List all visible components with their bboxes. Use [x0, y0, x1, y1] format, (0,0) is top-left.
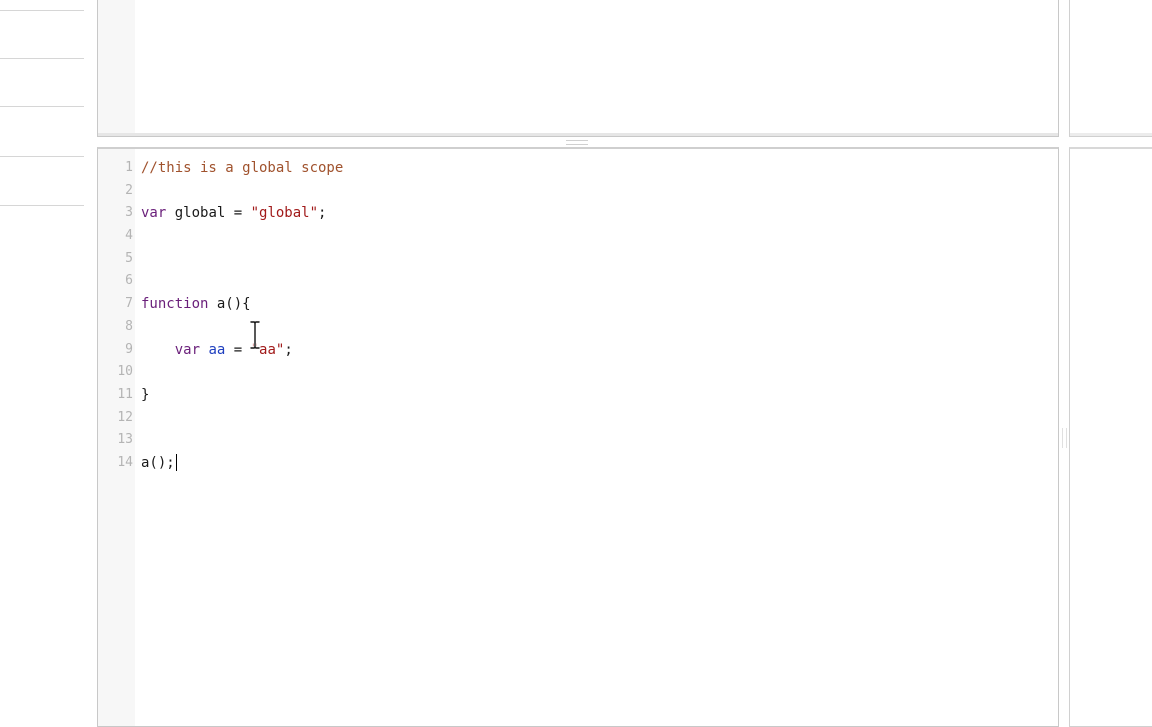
line-number: 13	[117, 432, 133, 448]
line-content[interactable]: }	[141, 384, 149, 407]
sidebar-divider	[0, 205, 84, 206]
right-top-pane[interactable]	[1069, 0, 1152, 137]
code-line[interactable]: 12	[98, 407, 1058, 430]
code-area[interactable]: 1 //this is a global scope 2 3 var global = …	[98, 157, 1058, 475]
text-cursor	[175, 454, 177, 472]
code-line[interactable]: 14 a();	[98, 452, 1058, 475]
line-number: 14	[117, 454, 133, 470]
horizontal-resize-handle[interactable]	[566, 140, 588, 145]
line-number: 3	[125, 205, 133, 221]
code-line[interactable]: 10	[98, 361, 1058, 384]
line-content[interactable]: a();	[141, 452, 177, 475]
ibeam-cursor-icon	[249, 321, 261, 349]
top-pane-gutter	[98, 0, 135, 136]
code-line[interactable]: 3 var global = "global";	[98, 202, 1058, 225]
code-token-plain: =	[225, 341, 251, 358]
line-number: 8	[125, 318, 133, 334]
line-number: 9	[125, 341, 133, 357]
line-number: 4	[125, 228, 133, 244]
line-number: 2	[125, 182, 133, 198]
code-token-plain: ;	[284, 341, 293, 358]
code-token-keyword: function	[141, 296, 209, 313]
code-editor-pane[interactable]: 1 //this is a global scope 2 3 var global = …	[97, 147, 1059, 727]
code-line[interactable]: 2	[98, 180, 1058, 203]
code-token-plain: a();	[141, 454, 175, 471]
code-token-keyword: var	[141, 205, 167, 222]
code-line[interactable]: 8	[98, 316, 1058, 339]
right-bottom-pane[interactable]	[1069, 147, 1152, 727]
line-content[interactable]: //this is a global scope	[141, 157, 343, 180]
line-content[interactable]: var aa = "aa";	[141, 339, 293, 362]
code-line[interactable]: 7 function a(){	[98, 293, 1058, 316]
line-number: 6	[125, 273, 133, 289]
line-number: 10	[117, 364, 133, 380]
sidebar-divider	[0, 58, 84, 59]
right-top-pane-bottom-bar	[1070, 133, 1152, 136]
code-line[interactable]: 5	[98, 248, 1058, 271]
code-token-plain: global =	[166, 205, 251, 222]
code-line[interactable]: 4	[98, 225, 1058, 248]
line-number: 1	[125, 160, 133, 175]
code-line[interactable]: 11}	[98, 384, 1058, 407]
code-line[interactable]: 13	[98, 429, 1058, 452]
code-token-def: aa	[208, 341, 226, 358]
line-number: 12	[117, 409, 133, 425]
line-number: 7	[125, 296, 133, 312]
code-token-string: "global"	[250, 205, 319, 222]
left-sidebar	[0, 0, 84, 720]
line-content[interactable]: var global = "global";	[141, 202, 326, 225]
code-line[interactable]: 9 var aa = "aa";	[98, 339, 1058, 362]
code-token-comment: //this is a global scope	[141, 160, 344, 176]
sidebar-divider	[0, 156, 84, 157]
code-token-keyword: var	[174, 341, 201, 358]
line-number: 5	[125, 250, 133, 266]
code-token-plain: a(){	[208, 296, 251, 313]
code-line[interactable]: 1 //this is a global scope	[98, 157, 1058, 180]
vertical-resize-handle[interactable]	[1062, 428, 1067, 448]
sidebar-divider	[0, 10, 84, 11]
sidebar-divider	[0, 106, 84, 107]
code-token-plain: ;	[318, 205, 327, 222]
line-number: 11	[117, 386, 133, 402]
code-token-plain: }	[141, 386, 150, 403]
code-line[interactable]: 6	[98, 270, 1058, 293]
top-pane-bottom-bar	[98, 133, 1058, 136]
top-editor-pane[interactable]	[97, 0, 1059, 137]
line-content[interactable]: function a(){	[141, 293, 251, 316]
